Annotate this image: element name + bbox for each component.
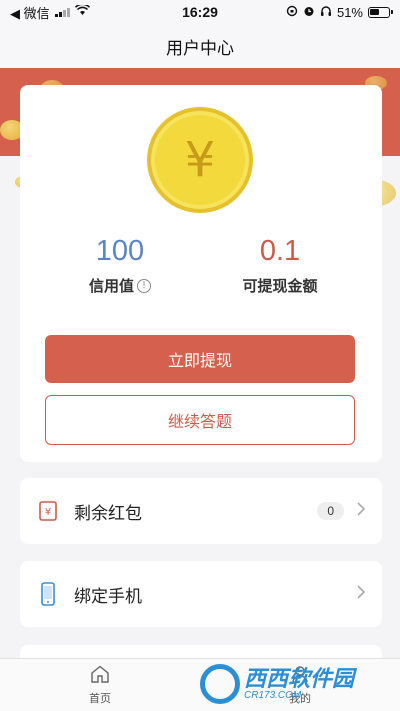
page-title: 用户中心 <box>166 38 234 58</box>
withdrawable-value: 0.1 <box>259 235 301 267</box>
wifi-icon <box>74 3 90 19</box>
withdrawable-label: 可提现金额 <box>242 278 318 295</box>
withdrawable-label-row: 可提现金额 <box>205 275 355 296</box>
status-left: ◀ 微信 <box>10 3 90 22</box>
list-item-label: 绑定手机 <box>74 586 142 606</box>
watermark-c-icon <box>200 664 240 704</box>
signal-icon <box>54 7 70 17</box>
tab-home[interactable]: 首页 <box>0 659 200 711</box>
battery-percent: 51% <box>336 4 363 20</box>
continue-quiz-button[interactable]: 继续答题 <box>45 395 355 445</box>
info-icon[interactable]: ! <box>137 278 151 293</box>
wallet-card: ¥ 100 信用值 ! 0.1 可提现金额 立即提现 继续答题 <box>20 85 382 462</box>
count-badge: 0 <box>317 502 344 520</box>
chevron-right-icon <box>356 500 366 523</box>
watermark-text-group: 西西软件园 CR173.COM <box>244 665 355 701</box>
credit-label-row: 信用值 ! <box>45 275 195 296</box>
credit-label: 信用值 <box>88 278 134 295</box>
credit-value: 100 <box>95 235 145 267</box>
back-to-app-link[interactable]: ◀ 微信 <box>10 3 50 22</box>
red-envelope-icon: ¥ <box>36 499 60 523</box>
yuan-symbol: ¥ <box>184 132 216 188</box>
watermark-sub: CR173.COM <box>244 689 302 701</box>
list-item-red-envelopes[interactable]: ¥ 剩余红包 0 <box>20 478 382 544</box>
tab-home-label: 首页 <box>89 692 111 705</box>
chevron-right-icon <box>356 583 366 606</box>
headphones-icon <box>320 5 332 20</box>
credit-stat: 100 信用值 ! <box>45 235 195 296</box>
withdraw-button[interactable]: 立即提现 <box>45 335 355 383</box>
watermark-logo: 西西软件园 CR173.COM <box>200 662 390 706</box>
battery-icon <box>368 6 393 18</box>
yuan-coin-icon: ¥ <box>147 107 253 213</box>
watermark-main: 西西软件园 <box>244 665 355 691</box>
status-bar: ◀ 微信 16:29 51% <box>0 0 400 24</box>
alarm-icon <box>303 5 315 20</box>
home-icon <box>90 665 110 688</box>
list-item-bind-phone[interactable]: 绑定手机 <box>20 561 382 627</box>
withdrawable-stat: 0.1 可提现金额 <box>205 235 355 296</box>
phone-icon <box>36 582 60 606</box>
list-item-label: 剩余红包 <box>74 503 142 523</box>
status-right: 51% <box>286 4 393 20</box>
nav-bar: 用户中心 <box>0 24 400 68</box>
svg-text:¥: ¥ <box>45 507 51 518</box>
rotation-lock-icon <box>286 5 298 20</box>
status-time: 16:29 <box>182 4 218 20</box>
